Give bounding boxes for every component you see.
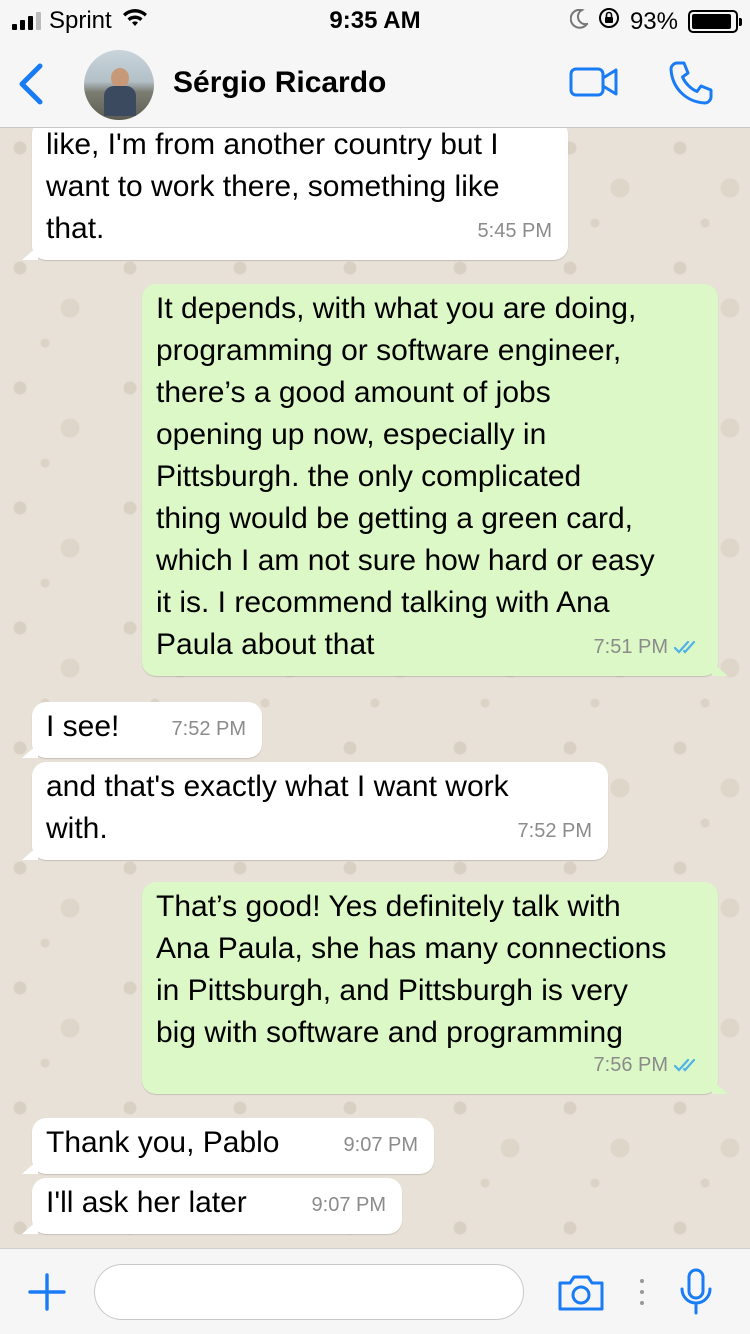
microphone-icon (680, 1268, 712, 1315)
message-meta: 7:56 PM (594, 1044, 702, 1086)
attach-button[interactable] (28, 1273, 66, 1316)
battery-fill (692, 14, 732, 29)
read-receipt-icon (674, 1058, 696, 1072)
back-button[interactable] (16, 62, 46, 111)
video-call-button[interactable] (568, 64, 620, 105)
message-time: 7:51 PM (593, 636, 668, 658)
moon-icon (569, 8, 590, 36)
message-bubble-outgoing[interactable]: It depends, with what you are doing, pro… (142, 284, 728, 676)
message-bubble-incoming[interactable]: Thank you, Pablo 9:07 PM (22, 1118, 434, 1174)
separator-dots-icon (640, 1279, 644, 1305)
message-bubble-incoming[interactable]: I'll ask her later 9:07 PM (22, 1178, 402, 1234)
microphone-button[interactable] (678, 1267, 714, 1322)
orientation-lock-icon (598, 7, 620, 36)
avatar-head (111, 68, 129, 88)
message-meta: 7:52 PM (518, 810, 592, 852)
message-text: That’s good! Yes definitely talk with An… (156, 890, 667, 1049)
status-bar: Sprint 9:35 AM 93% (0, 0, 750, 40)
message-time: 7:56 PM (593, 1054, 668, 1076)
message-input[interactable] (94, 1264, 524, 1320)
battery-icon (688, 10, 742, 33)
camera-button[interactable] (556, 1273, 606, 1318)
chat-wallpaper: like, I'm from another country but I wan… (0, 128, 750, 1248)
message-bubble-incoming[interactable]: and that's exactly what I want work with… (22, 762, 608, 860)
voice-call-button[interactable] (668, 60, 714, 111)
phone-call-icon (669, 61, 713, 105)
message-bubble-outgoing[interactable]: That’s good! Yes definitely talk with An… (142, 882, 728, 1094)
compose-bar (0, 1248, 750, 1334)
message-meta: 9:07 PM (344, 1124, 418, 1166)
message-bubble-incoming[interactable]: I see! 7:52 PM (22, 702, 262, 758)
status-right: 93% (569, 7, 742, 36)
message-time: 7:52 PM (171, 718, 246, 740)
message-meta: 5:45 PM (478, 210, 552, 252)
back-chevron-icon (19, 63, 43, 105)
message-meta: 9:07 PM (312, 1184, 386, 1226)
message-text: It depends, with what you are doing, pro… (156, 292, 655, 661)
plus-icon (28, 1273, 66, 1311)
message-time: 5:45 PM (477, 220, 552, 242)
avatar[interactable] (84, 50, 154, 120)
battery-percent: 93% (629, 7, 678, 35)
contact-name[interactable]: Sérgio Ricardo (173, 66, 386, 100)
message-bubble-incoming[interactable]: like, I'm from another country but I wan… (22, 128, 568, 260)
read-receipt-icon (674, 640, 696, 654)
message-meta: 7:52 PM (172, 708, 246, 750)
message-time: 9:07 PM (343, 1134, 418, 1156)
message-meta: 7:51 PM (594, 626, 702, 668)
video-call-icon (569, 67, 618, 97)
camera-icon (558, 1275, 604, 1311)
message-time: 9:07 PM (311, 1194, 386, 1216)
message-text: and that's exactly what I want work with… (46, 770, 509, 845)
message-time: 7:52 PM (517, 820, 592, 842)
chat-header: Sérgio Ricardo (0, 40, 750, 128)
avatar-body (104, 86, 136, 116)
